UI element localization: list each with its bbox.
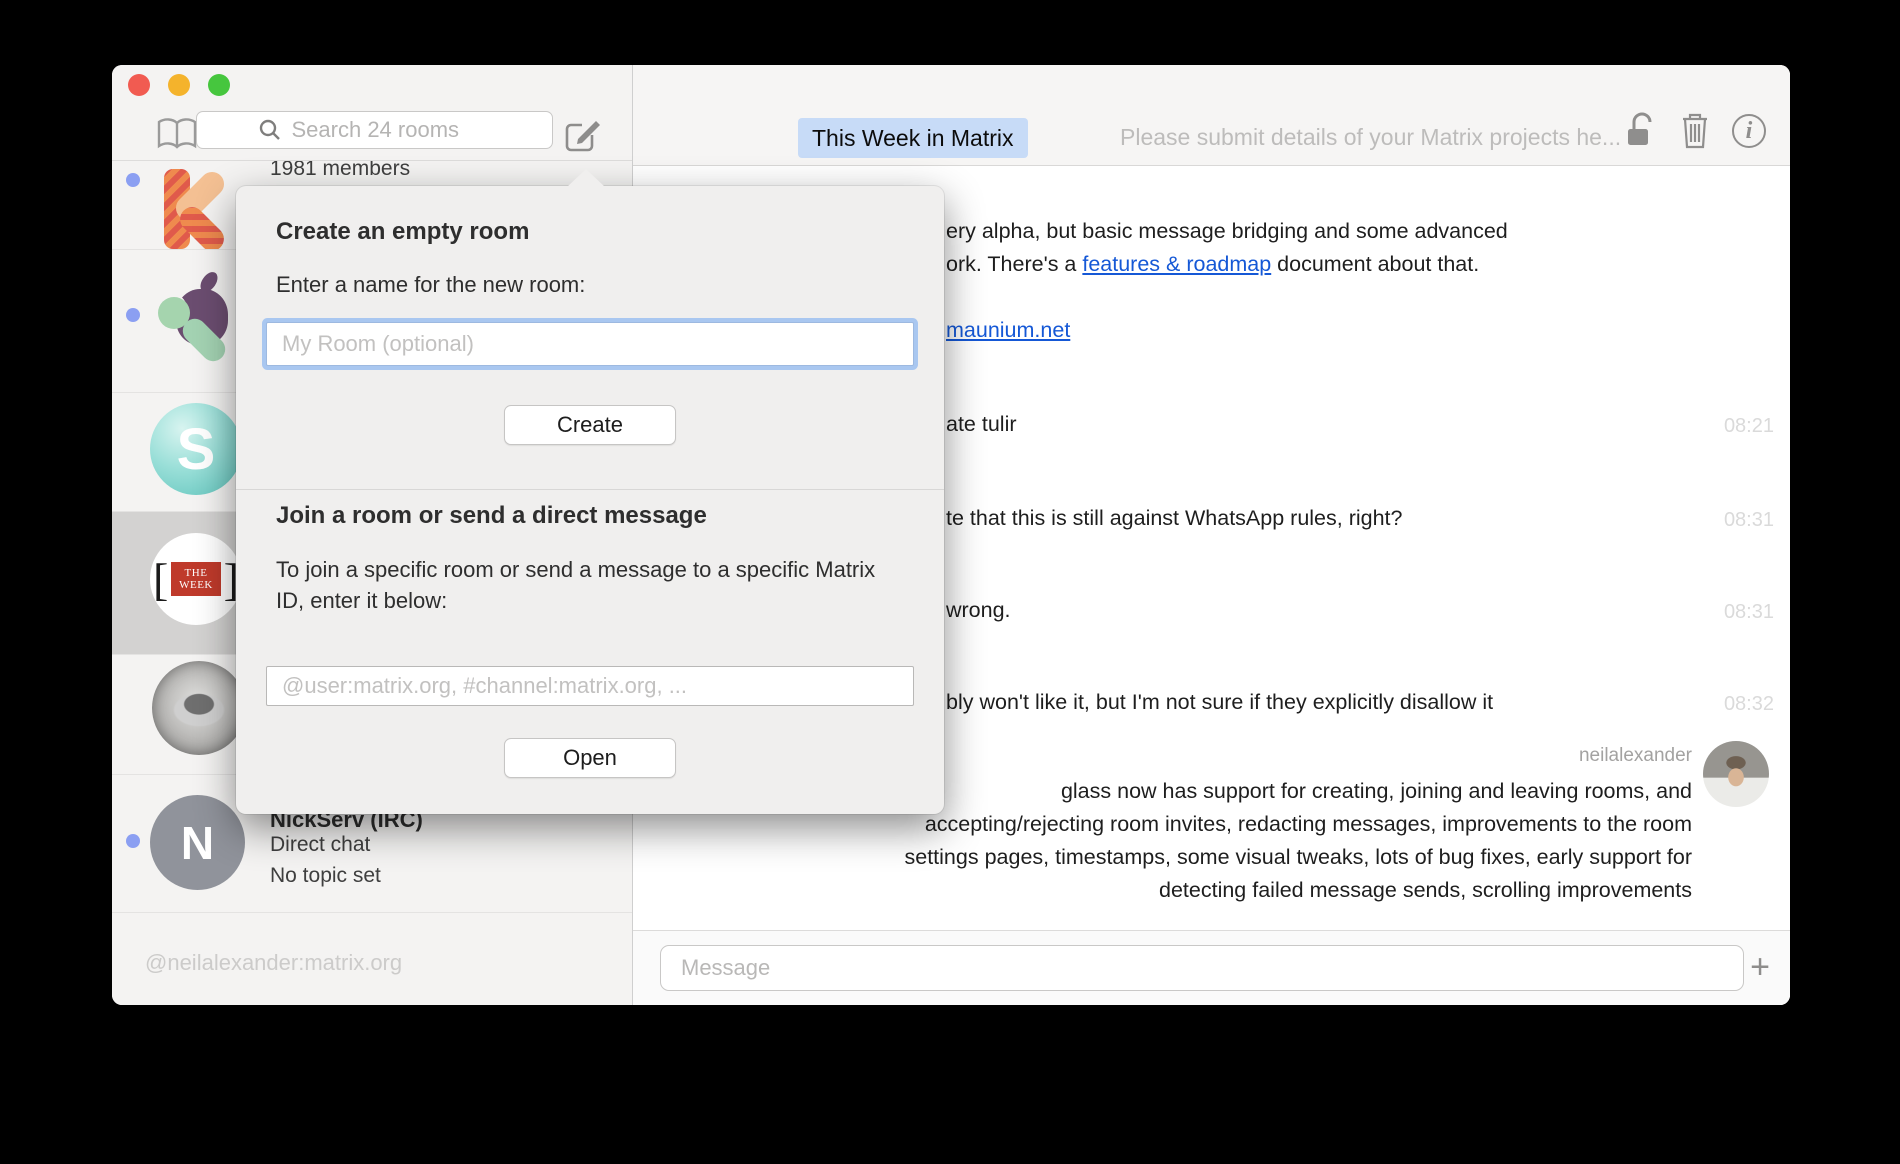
unread-dot bbox=[126, 308, 140, 322]
message-text: ate tulir bbox=[946, 412, 1017, 437]
current-user-id: @neilalexander:matrix.org bbox=[145, 950, 402, 976]
room-directory-button[interactable] bbox=[156, 117, 198, 151]
search-input[interactable] bbox=[292, 117, 492, 143]
message-text: accepting/rejecting room invites, redact… bbox=[925, 812, 1692, 837]
create-room-label: Enter a name for the new room: bbox=[276, 272, 585, 298]
room-name-input[interactable] bbox=[266, 322, 914, 366]
delete-room-button[interactable] bbox=[1679, 111, 1717, 149]
book-icon bbox=[156, 117, 198, 151]
unlock-icon bbox=[1626, 111, 1664, 149]
chat-header: This Week in Matrix Please submit detail… bbox=[633, 65, 1790, 166]
message-text: bly won't like it, but I'm not sure if t… bbox=[946, 690, 1493, 715]
app-window: 1981 members S [ THEWEEK ] N NickServ (I… bbox=[112, 65, 1790, 1005]
unread-dot bbox=[126, 173, 140, 187]
timestamp: 08:21 bbox=[1724, 415, 1774, 438]
maunium-link[interactable]: maunium.net bbox=[946, 318, 1070, 342]
message-text: detecting failed message sends, scrollin… bbox=[1159, 878, 1692, 903]
trash-icon bbox=[1679, 111, 1717, 149]
room-subtitle: 1981 members bbox=[270, 161, 410, 181]
room-name-field[interactable]: This Week in Matrix bbox=[798, 118, 1028, 158]
room-name-text: This Week in Matrix bbox=[812, 125, 1014, 152]
room-info-button[interactable]: i bbox=[1732, 114, 1766, 148]
sender-avatar bbox=[1703, 741, 1769, 807]
message-text: maunium.net bbox=[946, 318, 1070, 343]
popover-arrow bbox=[567, 169, 605, 187]
message-text: glass now has support for creating, join… bbox=[1061, 779, 1692, 804]
timestamp: 08:31 bbox=[1724, 509, 1774, 532]
compose-button[interactable] bbox=[562, 115, 602, 155]
room-avatar-k-apple bbox=[150, 267, 242, 359]
compose-bar: + bbox=[633, 930, 1790, 1005]
create-room-popover: Create an empty room Enter a name for th… bbox=[236, 186, 944, 814]
room-search[interactable] bbox=[196, 111, 553, 149]
message-text: wrong. bbox=[946, 598, 1011, 623]
join-room-description: To join a specific room or send a messag… bbox=[276, 554, 876, 616]
room-membership: Direct chat bbox=[270, 833, 370, 857]
join-room-input[interactable] bbox=[266, 666, 914, 706]
info-icon: i bbox=[1746, 118, 1753, 145]
room-topic[interactable]: Please submit details of your Matrix pro… bbox=[1120, 124, 1621, 151]
open-button[interactable]: Open bbox=[504, 738, 676, 778]
compose-icon bbox=[562, 115, 602, 155]
search-icon bbox=[258, 118, 282, 142]
sidebar-toolbar bbox=[112, 65, 632, 161]
room-avatar-engraving bbox=[152, 661, 246, 755]
message-input[interactable] bbox=[660, 945, 1744, 991]
message-text: ork. There's a features & roadmap docume… bbox=[946, 252, 1479, 277]
join-room-heading: Join a room or send a direct message bbox=[276, 502, 707, 530]
room-avatar-the-week: [ THEWEEK ] bbox=[150, 533, 242, 625]
popover-divider bbox=[236, 489, 944, 490]
room-topic-status: No topic set bbox=[270, 864, 381, 888]
sender-name: neilalexander bbox=[1579, 745, 1692, 767]
room-avatar-n: N bbox=[150, 795, 245, 890]
attach-button[interactable]: + bbox=[1738, 942, 1782, 992]
create-room-heading: Create an empty room bbox=[276, 218, 529, 246]
message-text: te that this is still against WhatsApp r… bbox=[946, 506, 1403, 531]
unread-dot bbox=[126, 834, 140, 848]
features-roadmap-link[interactable]: features & roadmap bbox=[1082, 252, 1271, 276]
message-text: settings pages, timestamps, some visual … bbox=[905, 845, 1693, 870]
create-button[interactable]: Create bbox=[504, 405, 676, 445]
timestamp: 08:32 bbox=[1724, 693, 1774, 716]
timestamp: 08:31 bbox=[1724, 601, 1774, 624]
encryption-button[interactable] bbox=[1626, 111, 1664, 149]
room-avatar-s: S bbox=[150, 403, 242, 495]
room-avatar-k-orange bbox=[150, 163, 242, 250]
message-text: ery alpha, but basic message bridging an… bbox=[946, 219, 1508, 244]
